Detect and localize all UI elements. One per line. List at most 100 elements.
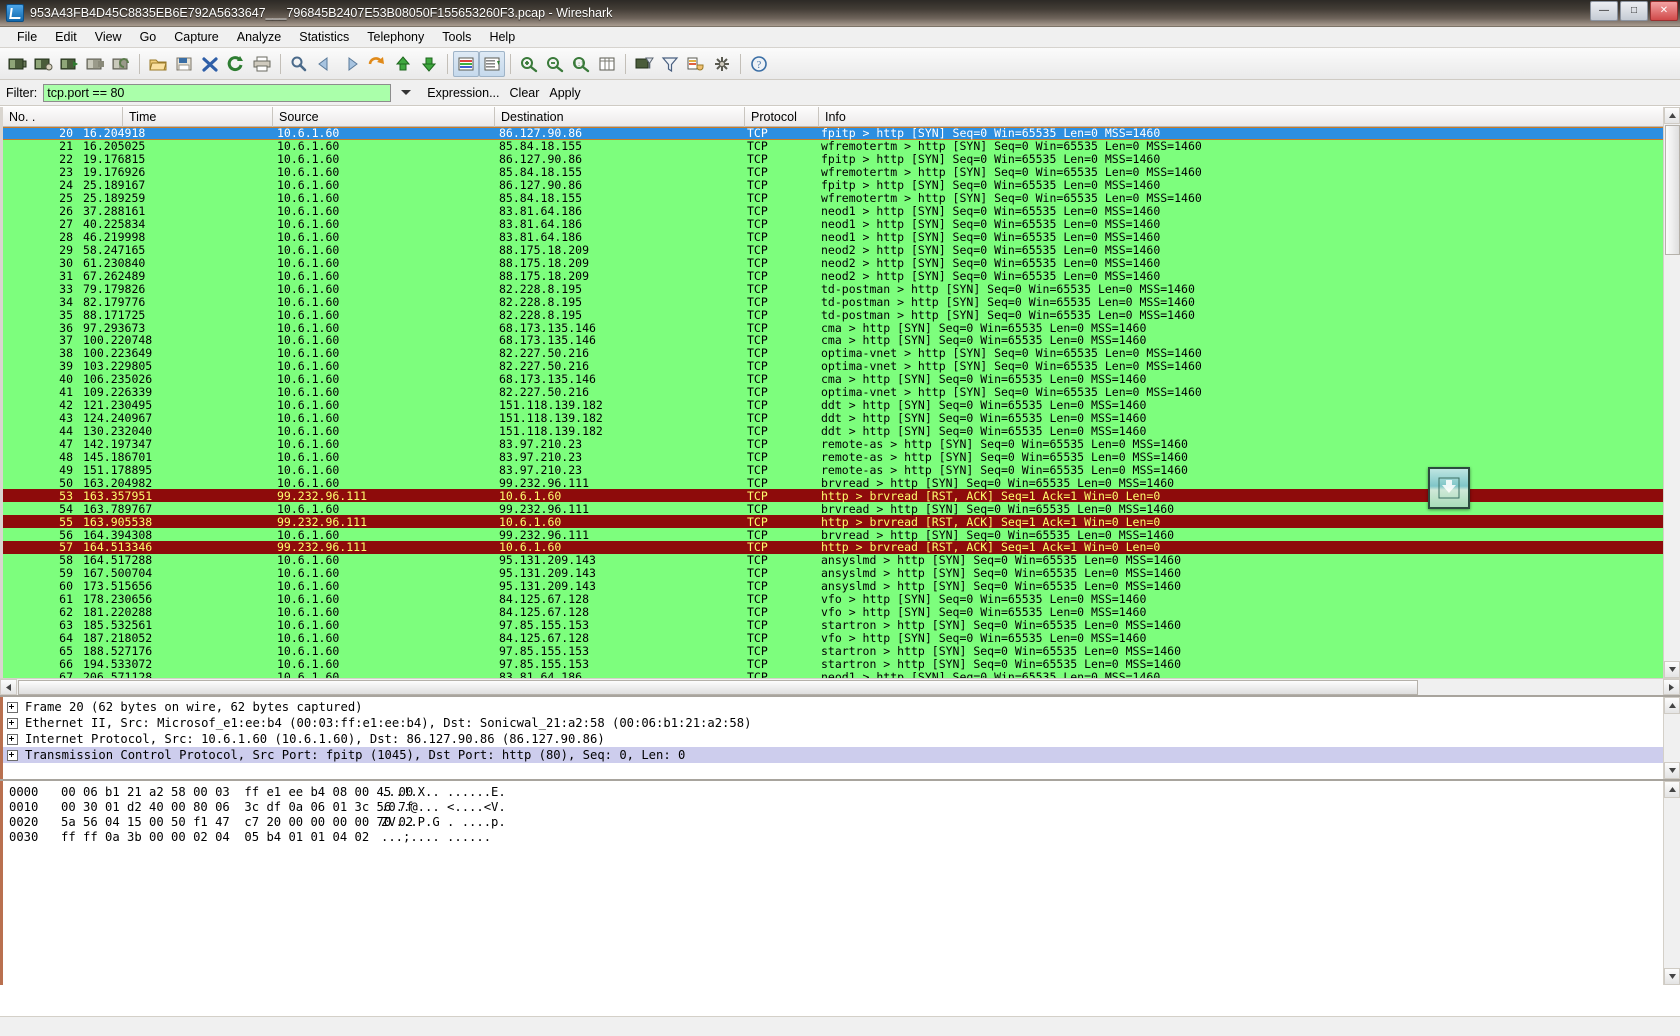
menu-item-view[interactable]: View bbox=[86, 28, 131, 46]
table-row[interactable]: 63 185.532561 10.6.1.60 97.85.155.153 TCP sta… bbox=[3, 618, 1663, 632]
expand-plus-icon[interactable] bbox=[7, 717, 18, 729]
menu-item-help[interactable]: Help bbox=[480, 28, 524, 46]
table-row[interactable]: 60 173.515656 10.6.1.60 95.131.209.143 TCP an… bbox=[3, 579, 1663, 593]
restart-capture-icon[interactable] bbox=[108, 51, 134, 77]
column-header-destination[interactable]: Destination bbox=[495, 107, 745, 127]
close-button[interactable]: ✕ bbox=[1650, 1, 1678, 21]
detail-vertical-scrollbar[interactable] bbox=[1663, 697, 1680, 779]
display-filters-icon[interactable] bbox=[657, 51, 683, 77]
packet-list-horizontal-scrollbar[interactable] bbox=[0, 678, 1680, 695]
chevron-down-icon[interactable] bbox=[395, 84, 417, 102]
maximize-button[interactable]: □ bbox=[1620, 1, 1648, 21]
column-header-no[interactable]: No. . bbox=[3, 107, 123, 127]
table-row[interactable]: 55 163.905538 99.232.96.111 10.6.1.60 TCP htt… bbox=[3, 515, 1663, 529]
minimize-button[interactable]: — bbox=[1590, 1, 1618, 21]
column-header-info[interactable]: Info bbox=[819, 107, 1663, 127]
table-row[interactable]: 54 163.789767 10.6.1.60 99.232.96.111 TCP brv… bbox=[3, 502, 1663, 516]
go-forward-icon[interactable] bbox=[338, 51, 364, 77]
menu-item-go[interactable]: Go bbox=[131, 28, 166, 46]
menu-item-analyze[interactable]: Analyze bbox=[228, 28, 290, 46]
column-header-source[interactable]: Source bbox=[273, 107, 495, 127]
expand-plus-icon[interactable] bbox=[7, 701, 18, 713]
zoom-100-icon[interactable]: 1:1 bbox=[568, 51, 594, 77]
table-row[interactable]: 56 164.394308 10.6.1.60 99.232.96.111 TCP brv… bbox=[3, 528, 1663, 542]
table-row[interactable]: 23 19.176926 10.6.1.60 85.84.18.155 TCP wfrem… bbox=[3, 165, 1663, 179]
menu-item-capture[interactable]: Capture bbox=[165, 28, 227, 46]
packet-list-vertical-scrollbar[interactable] bbox=[1663, 107, 1680, 678]
table-row[interactable]: 66 194.533072 10.6.1.60 97.85.155.153 TCP sta… bbox=[3, 657, 1663, 671]
packet-list[interactable]: No. . Time Source Destination Protocol I… bbox=[0, 107, 1663, 678]
zoom-out-icon[interactable] bbox=[542, 51, 568, 77]
table-row[interactable]: 34 82.179776 10.6.1.60 82.228.8.195 TCP td-po… bbox=[3, 295, 1663, 309]
table-row[interactable]: 25 25.189259 10.6.1.60 85.84.18.155 TCP wfrem… bbox=[3, 191, 1663, 205]
menu-item-tools[interactable]: Tools bbox=[433, 28, 480, 46]
bytes-vertical-scrollbar[interactable] bbox=[1663, 781, 1680, 985]
go-last-packet-icon[interactable] bbox=[416, 51, 442, 77]
resize-columns-icon[interactable] bbox=[594, 51, 620, 77]
start-capture-icon[interactable] bbox=[56, 51, 82, 77]
detail-scroll-down-button[interactable] bbox=[1664, 762, 1680, 779]
table-row[interactable]: 62 181.220288 10.6.1.60 84.125.67.128 TCP vfo… bbox=[3, 605, 1663, 619]
expand-plus-icon[interactable] bbox=[7, 733, 18, 745]
menu-item-statistics[interactable]: Statistics bbox=[290, 28, 358, 46]
preferences-icon[interactable] bbox=[709, 51, 735, 77]
hex-dump[interactable]: 0000 00 06 b1 21 a2 58 00 03 ff e1 ee b4 … bbox=[0, 781, 1663, 985]
scroll-thumb[interactable] bbox=[1665, 125, 1680, 255]
table-row[interactable]: 31 67.262489 10.6.1.60 88.175.18.209 TCP neod… bbox=[3, 269, 1663, 283]
help-icon[interactable]: ? bbox=[746, 51, 772, 77]
hex-dump-row[interactable]: 0010 00 30 01 d2 40 00 80 06 3c df 0a 06 … bbox=[9, 800, 1663, 815]
table-row[interactable]: 42 121.230495 10.6.1.60 151.118.139.182 TCP d… bbox=[3, 398, 1663, 412]
table-row[interactable]: 38 100.223649 10.6.1.60 82.227.50.216 TCP opt… bbox=[3, 346, 1663, 360]
filter-input[interactable] bbox=[43, 83, 392, 102]
table-row[interactable]: 30 61.230840 10.6.1.60 88.175.18.209 TCP neod… bbox=[3, 256, 1663, 270]
detail-tree-item[interactable]: Frame 20 (62 bytes on wire, 62 bytes cap… bbox=[3, 699, 1663, 715]
close-file-icon[interactable] bbox=[197, 51, 223, 77]
detail-tree-item[interactable]: Internet Protocol, Src: 10.6.1.60 (10.6.… bbox=[3, 731, 1663, 747]
auto-scroll-icon[interactable] bbox=[479, 50, 505, 77]
table-row[interactable]: 21 16.205025 10.6.1.60 85.84.18.155 TCP wfrem… bbox=[3, 139, 1663, 153]
scroll-down-button[interactable] bbox=[1664, 661, 1680, 678]
clear-filter-button[interactable]: Clear bbox=[510, 86, 540, 100]
packet-detail-tree[interactable]: Frame 20 (62 bytes on wire, 62 bytes cap… bbox=[0, 697, 1663, 779]
detail-scroll-up-button[interactable] bbox=[1664, 697, 1680, 714]
menu-item-telephony[interactable]: Telephony bbox=[358, 28, 433, 46]
table-row[interactable]: 26 37.288161 10.6.1.60 83.81.64.186 TCP neod1… bbox=[3, 204, 1663, 218]
expand-plus-icon[interactable] bbox=[7, 749, 18, 761]
zoom-in-icon[interactable] bbox=[516, 51, 542, 77]
stop-capture-icon[interactable] bbox=[82, 51, 108, 77]
menu-item-file[interactable]: File bbox=[8, 28, 46, 46]
table-row[interactable]: 43 124.240967 10.6.1.60 151.118.139.182 TCP d… bbox=[3, 411, 1663, 425]
table-row[interactable]: 41 109.226339 10.6.1.60 82.227.50.216 TCP opt… bbox=[3, 385, 1663, 399]
hscroll-thumb[interactable] bbox=[18, 680, 1418, 695]
column-header-time[interactable]: Time bbox=[123, 107, 273, 127]
scroll-up-button[interactable] bbox=[1664, 107, 1680, 124]
interfaces-icon[interactable] bbox=[4, 51, 30, 77]
hex-dump-row[interactable]: 0020 5a 56 04 15 00 50 f1 47 c7 20 00 00 … bbox=[9, 815, 1663, 830]
coloring-rules-icon[interactable] bbox=[683, 51, 709, 77]
go-first-packet-icon[interactable] bbox=[390, 51, 416, 77]
colorize-icon[interactable] bbox=[453, 50, 479, 77]
table-row[interactable]: 47 142.197347 10.6.1.60 83.97.210.23 TCP remo… bbox=[3, 437, 1663, 451]
table-row[interactable]: 57 164.513346 99.232.96.111 10.6.1.60 TCP htt… bbox=[3, 540, 1663, 554]
table-row[interactable]: 35 88.171725 10.6.1.60 82.228.8.195 TCP td-po… bbox=[3, 308, 1663, 322]
table-row[interactable]: 29 58.247165 10.6.1.60 88.175.18.209 TCP neod… bbox=[3, 243, 1663, 257]
scroll-right-button[interactable] bbox=[1663, 679, 1680, 695]
print-icon[interactable] bbox=[249, 51, 275, 77]
table-row[interactable]: 48 145.186701 10.6.1.60 83.97.210.23 TCP remo… bbox=[3, 450, 1663, 464]
hex-dump-row[interactable]: 0030 ff ff 0a 3b 00 00 02 04 05 b4 01 01 … bbox=[9, 830, 1663, 845]
table-row[interactable]: 20 16.204918 10.6.1.60 86.127.90.86 TCP fpitp… bbox=[3, 126, 1663, 140]
table-row[interactable]: 33 79.179826 10.6.1.60 82.228.8.195 TCP td-po… bbox=[3, 282, 1663, 296]
table-row[interactable]: 58 164.517288 10.6.1.60 95.131.209.143 TCP an… bbox=[3, 553, 1663, 567]
save-file-icon[interactable] bbox=[171, 51, 197, 77]
table-row[interactable]: 44 130.232040 10.6.1.60 151.118.139.182 TCP d… bbox=[3, 424, 1663, 438]
table-row[interactable]: 67 206.571128 10.6.1.60 83.81.64.186 TCP neod… bbox=[3, 670, 1663, 678]
table-row[interactable]: 53 163.357951 99.232.96.111 10.6.1.60 TCP htt… bbox=[3, 489, 1663, 503]
find-packet-icon[interactable] bbox=[286, 51, 312, 77]
table-row[interactable]: 37 100.220748 10.6.1.60 68.173.135.146 TCP cm… bbox=[3, 333, 1663, 347]
scroll-left-button[interactable] bbox=[0, 679, 17, 695]
table-row[interactable]: 40 106.235026 10.6.1.60 68.173.135.146 TCP cm… bbox=[3, 372, 1663, 386]
detail-tree-item[interactable]: Ethernet II, Src: Microsof_e1:ee:b4 (00:… bbox=[3, 715, 1663, 731]
table-row[interactable]: 64 187.218052 10.6.1.60 84.125.67.128 TCP vfo… bbox=[3, 631, 1663, 645]
detail-tree-item[interactable]: Transmission Control Protocol, Src Port:… bbox=[3, 747, 1663, 763]
go-to-packet-icon[interactable] bbox=[364, 51, 390, 77]
